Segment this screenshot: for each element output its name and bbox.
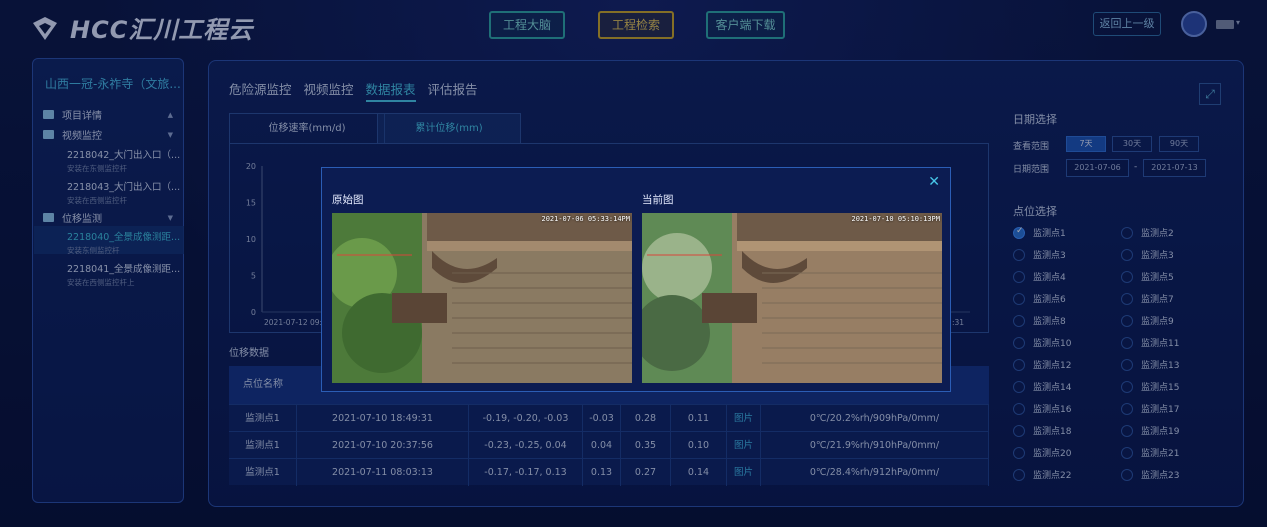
close-icon[interactable]: ✕ [928,174,940,190]
current-image[interactable]: 2021-07-10 05:10:13PM [642,213,942,383]
current-image-label: 当前图 [642,194,674,206]
wall-photo [642,213,942,383]
original-image[interactable]: 2021-07-06 05:33:14PM [332,213,632,383]
original-image-label: 原始图 [332,194,364,206]
image-compare-dialog: ✕ 原始图 当前图 2021-07-06 05:33:14PM 2021-07-… [321,167,951,392]
wall-photo [332,213,632,383]
image-timestamp: 2021-07-10 05:10:13PM [851,215,940,223]
image-timestamp: 2021-07-06 05:33:14PM [541,215,630,223]
